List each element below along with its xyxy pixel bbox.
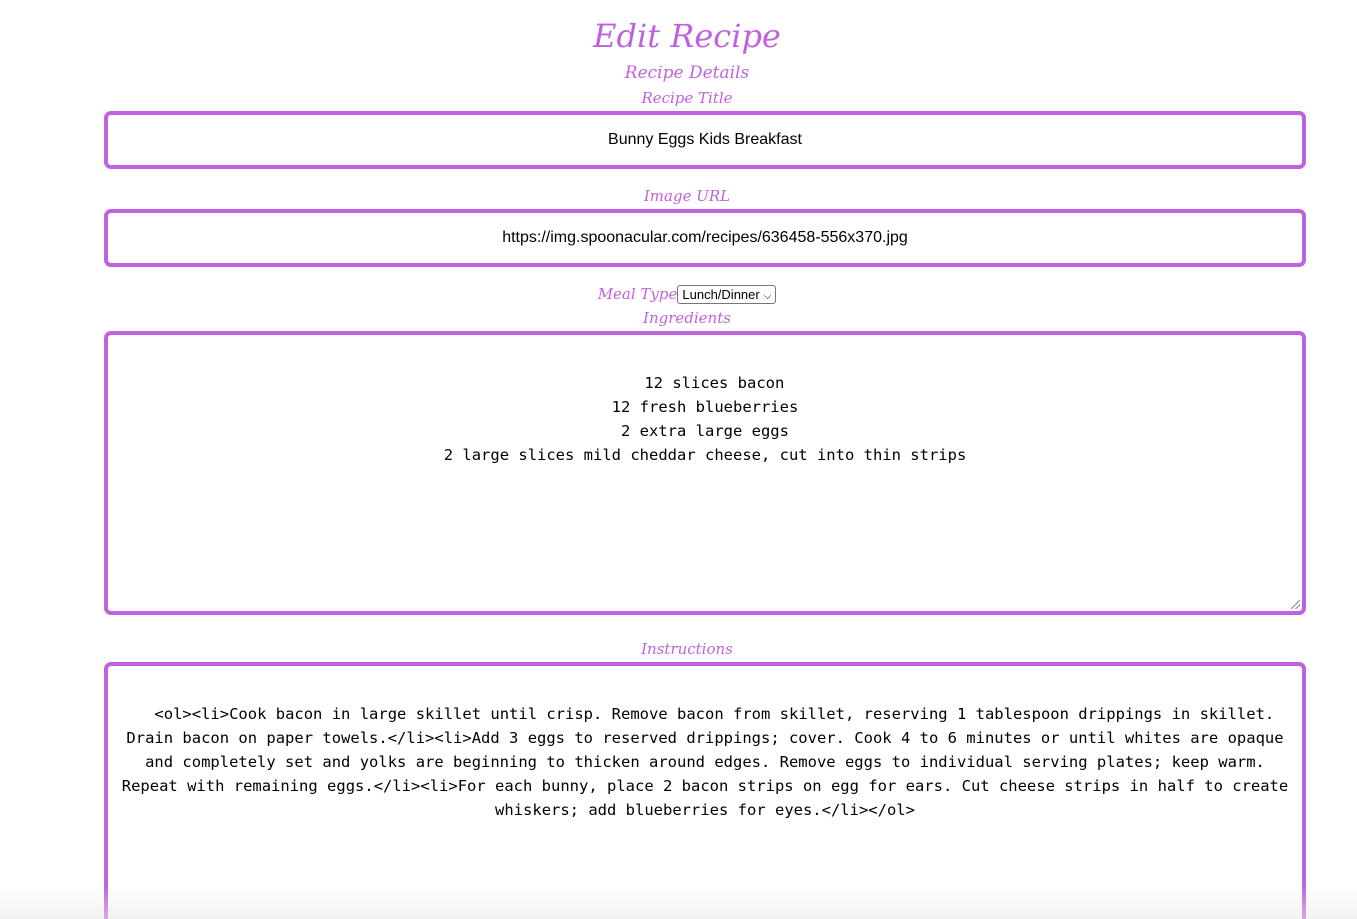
ingredients-text: 12 slices bacon 12 fresh blueberries 2 e…: [443, 374, 967, 464]
instructions-label: Instructions: [641, 640, 733, 658]
image-url-input[interactable]: https://img.spoonacular.com/recipes/6364…: [104, 209, 1306, 267]
instructions-textarea[interactable]: <ol><li>Cook bacon in large skillet unti…: [104, 662, 1306, 919]
resize-grip-icon[interactable]: [1291, 600, 1300, 609]
ingredients-textarea[interactable]: 12 slices bacon 12 fresh blueberries 2 e…: [104, 331, 1306, 615]
recipe-title-label: Recipe Title: [641, 89, 733, 107]
instructions-text: <ol><li>Cook bacon in large skillet unti…: [121, 705, 1298, 819]
section-title: Recipe Details: [624, 63, 750, 83]
page-title: Edit Recipe: [593, 17, 781, 55]
meal-type-label: Meal Type: [597, 285, 678, 303]
recipe-title-input[interactable]: Bunny Eggs Kids Breakfast: [104, 111, 1306, 169]
image-url-label: Image URL: [643, 187, 731, 205]
chevron-down-icon: ⌵: [763, 290, 772, 302]
meal-type-select[interactable]: Lunch/Dinner ⌵: [677, 284, 777, 304]
meal-type-selected-value: Lunch/Dinner: [682, 286, 760, 302]
ingredients-label: Ingredients: [643, 309, 731, 327]
meal-type-row: Meal Type Lunch/Dinner ⌵: [0, 283, 1357, 305]
